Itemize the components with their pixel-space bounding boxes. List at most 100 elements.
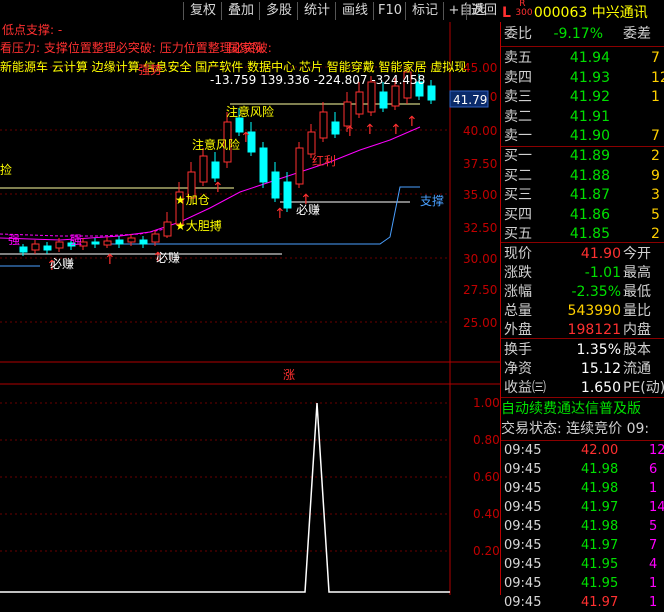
trade-state: 交易状态: 连续竞价 09: [501,421,650,437]
stat-label: 外盘 [504,322,532,338]
fundamental-label: 收益㈢ [504,380,546,396]
fundamental-value: 1.650 [580,380,621,396]
fundamental-label-2: PE(动) [623,380,664,396]
fundamental-value: 1.35% [576,342,621,358]
ask-price: 41.91 [569,108,610,125]
tick-volume: 1 [649,576,658,591]
badge-bottom: 300 [515,8,533,18]
candle-body [379,91,388,109]
tick-price: 41.97 [581,595,619,610]
bid-price: 41.88 [569,167,610,184]
stock-flag: L [502,5,511,21]
tick-time: 09:45 [504,576,542,591]
tick-row: 09:45 41.98 1 [501,480,664,498]
mark-button[interactable]: 标记 [405,2,444,20]
tick-price: 41.98 [581,462,619,477]
ask-volume: 12 [651,69,664,86]
tick-price: 41.98 [581,481,619,496]
tick-price: 41.97 [581,500,619,515]
buy-arrow-icon: ↑ [274,206,286,222]
quote-panel: 委比 -9.17% 委差 卖五 41.94 7卖四 41.93 12卖三 41.… [500,22,664,610]
tick-volume: 12 [649,443,664,458]
tick-row: 09:45 41.97 14 [501,499,664,517]
indicator-spike-line [0,402,450,593]
tick-time: 09:45 [504,538,542,553]
candle-body [283,181,292,209]
tick-time: 09:45 [504,443,542,458]
legend-line-2: 新能源车 云计算 边缘计算 信息安全 国产软件 数据中心 芯片 智能穿戴 智能家… [0,59,466,74]
buy-arrow-icon: ↑ [390,122,402,138]
multi-stock-button[interactable]: 多股 [259,2,298,20]
tick-price: 41.95 [581,576,619,591]
stat-label: 现价 [504,246,532,262]
candle-body [331,121,340,135]
stat-label-2: 最高 [623,265,651,281]
candle-body [319,111,328,139]
tick-volume: 7 [649,538,658,553]
candle-body [91,241,100,245]
candlesticks [19,68,436,256]
f10-button[interactable]: F10 [373,2,406,20]
ask-price: 41.92 [569,89,610,105]
tick-price: 41.95 [581,557,619,572]
stat-value: 543990 [567,303,621,319]
fundamental-label: 换手 [504,342,532,358]
stat-row: 外盘 198121 内盘 [501,320,664,340]
buy-arrow-icon: ↑ [212,180,224,196]
back-button[interactable]: 返回 [466,2,501,20]
toolbar: 复权 叠加 多股 统计 画线 F10 标记 +自选 返回 L R 300 000… [0,0,664,22]
buy-arrow-icon: ↑ [406,114,418,130]
tick-price: 41.98 [581,519,619,534]
commission-diff-label: 委差 [623,26,651,42]
candle-body [211,161,220,179]
stat-value: 198121 [567,322,621,338]
stock-title: L R 300 000063 中兴通讯 [502,0,648,22]
ask-row[interactable]: 卖五 41.94 7 [501,48,664,68]
ask-row[interactable]: 卖四 41.93 12 [501,68,664,88]
tick-volume: 6 [649,462,658,477]
candle-body [391,85,400,107]
candle-body [115,239,124,245]
support-label: 支撑 [420,193,444,208]
indicator-label: 0.20 [473,544,500,558]
candle-body [19,246,28,253]
stat-label-2: 量比 [623,303,651,319]
statistics-button[interactable]: 统计 [297,2,336,20]
left-fragment-label: 捡 [0,162,12,177]
ask-row[interactable]: 卖一 41.90 7 [501,126,664,146]
price-label: 25.00 [463,316,497,330]
chart-title-line: 低点支撑: - [2,22,62,37]
ask-label: 卖二 [504,108,532,125]
candle-body [295,147,304,185]
bid-row[interactable]: 买二 41.88 9 [501,166,664,186]
tick-row: 09:45 41.97 7 [501,537,664,555]
bid-label: 买一 [504,148,532,164]
tick-row: 09:45 41.98 6 [501,461,664,479]
bid-row[interactable]: 买四 41.86 5 [501,205,664,225]
fundamental-row: 净资 15.12 流通 [501,359,664,379]
ask-row[interactable]: 卖三 41.92 1 [501,87,664,107]
bid-row[interactable]: 买三 41.87 3 [501,185,664,205]
restore-rights-button[interactable]: 复权 [183,2,222,20]
candle-body [271,171,280,199]
promo-banner[interactable]: 自动续费通达信普及版 [501,399,664,419]
tick-row: 09:45 41.97 1 [501,594,664,612]
bid-row[interactable]: 买一 41.89 2 [501,146,664,166]
kline-chart-area[interactable]: 45.00 42.50 40.00 37.50 35.00 32.50 30.0… [0,22,500,595]
bid-volume: 3 [651,187,660,203]
commission-ratio-label: 委比 [504,26,532,42]
candle-body [163,221,172,237]
buy-arrow-icon: ↑ [240,130,252,146]
fundamental-label: 净资 [504,361,532,377]
tick-row: 09:45 41.95 4 [501,556,664,574]
candle-body [343,101,352,127]
tick-time: 09:45 [504,519,542,534]
tick-time: 09:45 [504,462,542,477]
ask-row[interactable]: 卖二 41.91 [501,107,664,127]
bid-volume: 2 [651,148,660,164]
bid-row[interactable]: 买五 41.85 2 [501,224,664,244]
draw-line-button[interactable]: 画线 [335,2,374,20]
kline-svg[interactable]: 45.00 42.50 40.00 37.50 35.00 32.50 30.0… [0,22,500,595]
overlay-button[interactable]: 叠加 [221,2,260,20]
stat-label: 涨跌 [504,265,532,281]
